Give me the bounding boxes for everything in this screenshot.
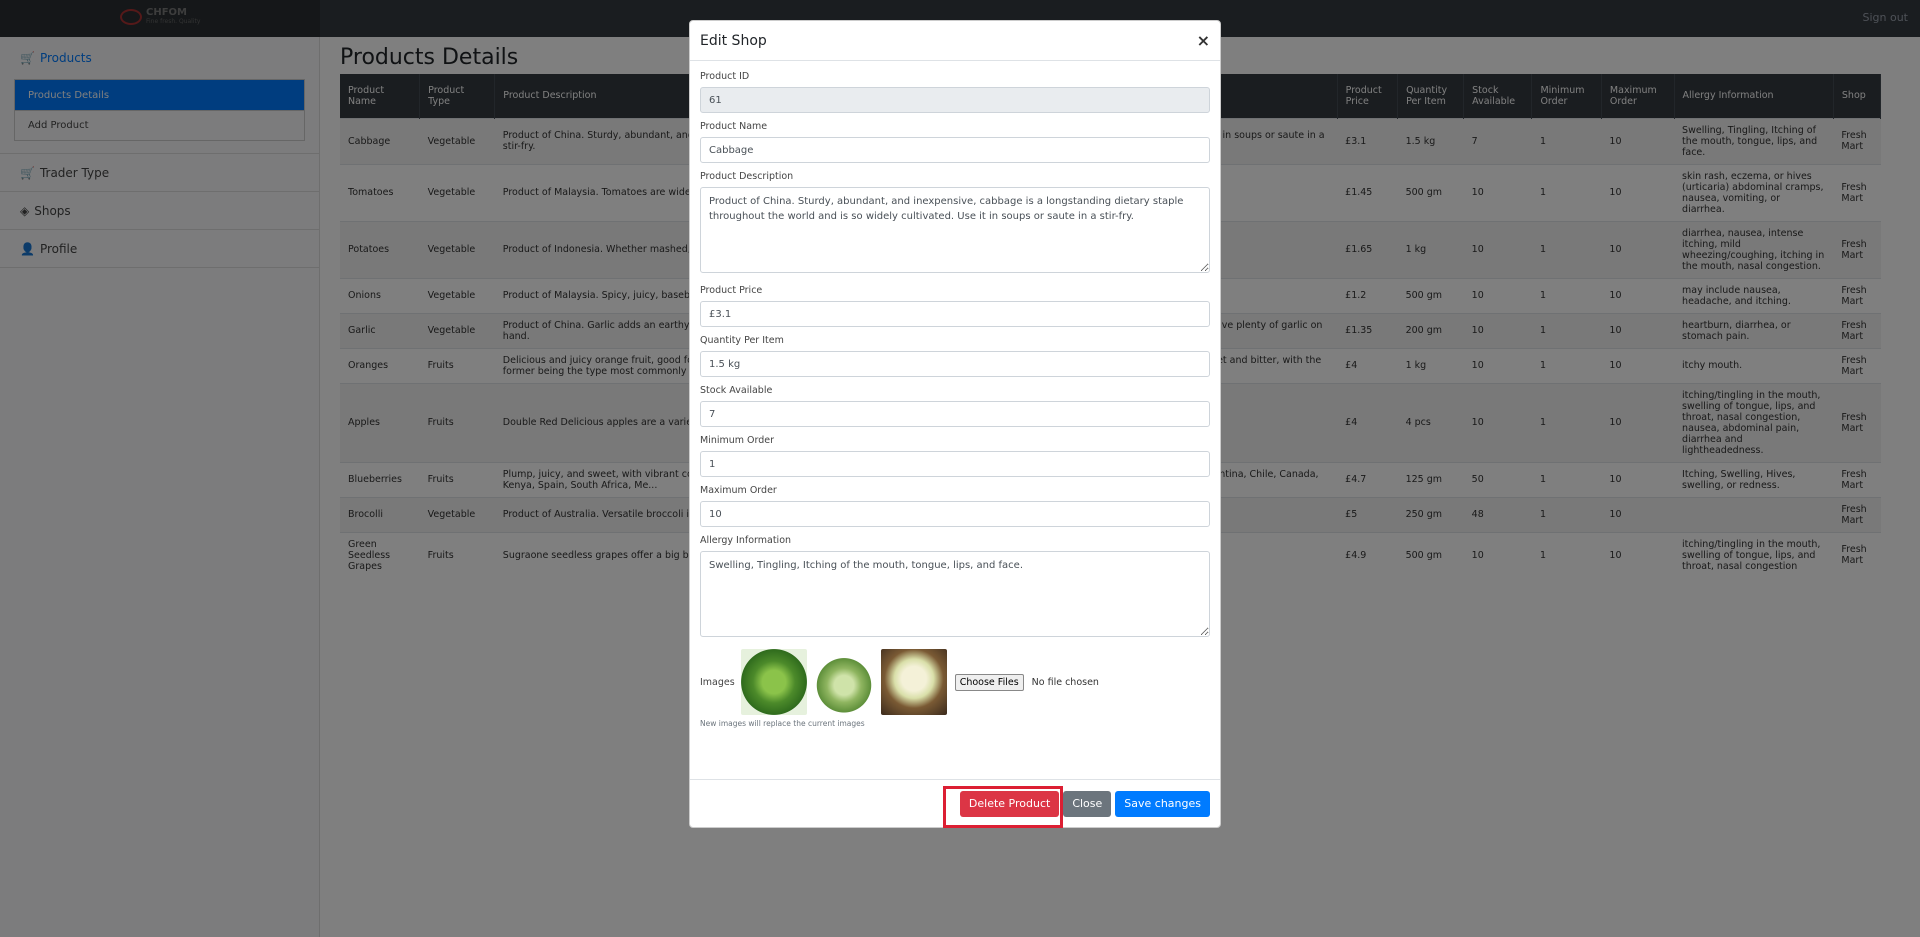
product-price-label: Product Price: [700, 285, 763, 296]
file-status-text: No file chosen: [1031, 676, 1099, 688]
save-changes-button[interactable]: Save changes: [1115, 790, 1210, 817]
images-help-text: New images will replace the current imag…: [700, 719, 865, 728]
product-price-field[interactable]: [700, 301, 1210, 327]
product-id-field: [700, 87, 1210, 113]
product-price-group: Product Price: [700, 285, 1210, 327]
product-name-label: Product Name: [700, 121, 768, 132]
product-description-group: Product Description Product of China. St…: [700, 171, 1210, 277]
allergy-information-field[interactable]: Swelling, Tingling, Itching of the mouth…: [700, 551, 1210, 637]
close-button[interactable]: Close: [1063, 790, 1112, 817]
stock-available-field[interactable]: [700, 401, 1210, 427]
quantity-per-item-field[interactable]: [700, 351, 1210, 377]
allergy-information-label: Allergy Information: [700, 535, 792, 546]
choose-files-button[interactable]: Choose Files: [954, 673, 1024, 691]
images-row: Images Choose Files No file chosen: [700, 649, 1210, 715]
minimum-order-label: Minimum Order: [700, 435, 775, 446]
product-name-group: Product Name: [700, 121, 1210, 163]
close-icon[interactable]: ×: [1197, 31, 1210, 50]
product-name-field[interactable]: [700, 137, 1210, 163]
product-image-thumbnail: [810, 649, 877, 715]
product-id-label: Product ID: [700, 71, 750, 82]
modal-title: Edit Shop: [700, 32, 767, 49]
quantity-per-item-group: Quantity Per Item: [700, 335, 1210, 377]
minimum-order-field[interactable]: [700, 451, 1210, 477]
modal-header: Edit Shop ×: [690, 21, 1220, 61]
allergy-information-group: Allergy Information Swelling, Tingling, …: [700, 535, 1210, 641]
quantity-per-item-label: Quantity Per Item: [700, 335, 784, 346]
product-id-group: Product ID: [700, 71, 1210, 113]
maximum-order-group: Maximum Order: [700, 485, 1210, 527]
edit-shop-modal: Edit Shop × Product ID Product Name Prod…: [689, 20, 1221, 828]
maximum-order-label: Maximum Order: [700, 485, 777, 496]
stock-available-label: Stock Available: [700, 385, 773, 396]
product-image-thumbnail: [880, 649, 947, 715]
product-description-label: Product Description: [700, 171, 794, 182]
images-label: Images: [700, 676, 735, 688]
product-description-field[interactable]: Product of China. Sturdy, abundant, and …: [700, 187, 1210, 273]
maximum-order-field[interactable]: [700, 501, 1210, 527]
delete-button-highlight: [943, 786, 1063, 828]
minimum-order-group: Minimum Order: [700, 435, 1210, 477]
product-image-thumbnail: [740, 649, 807, 715]
modal-body: Product ID Product Name Product Descript…: [690, 61, 1220, 728]
stock-available-group: Stock Available: [700, 385, 1210, 427]
